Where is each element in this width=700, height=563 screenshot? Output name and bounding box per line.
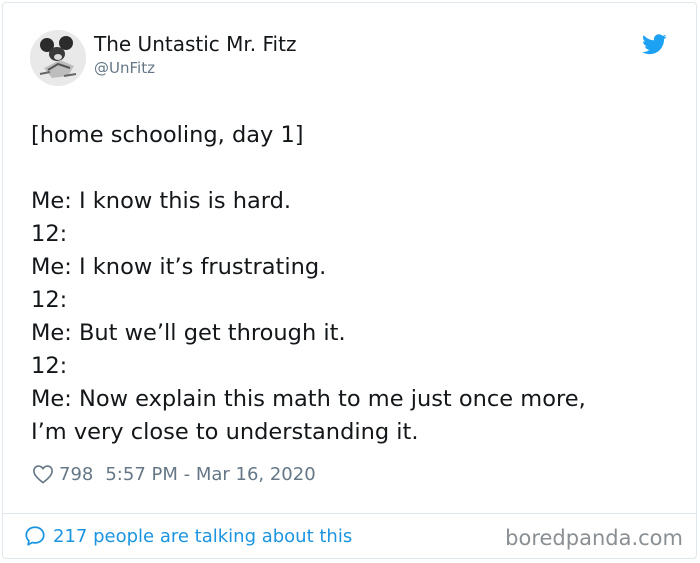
watermark: boredpanda.com (505, 526, 683, 550)
tweet-text: [home schooling, day 1] Me: I know this … (31, 119, 671, 449)
tweet-line: 12: (31, 287, 68, 313)
avatar[interactable] (30, 30, 86, 86)
tweet-line: Me: But we’ll get through it. (31, 320, 346, 346)
tweet-line (31, 152, 671, 185)
talking-label[interactable]: 217 people are talking about this (53, 526, 352, 547)
divider (2, 513, 697, 514)
tweet-line: 12: (31, 221, 68, 247)
tweet-timestamp[interactable]: 5:57 PM - Mar 16, 2020 (105, 464, 315, 485)
tweet-line: [home schooling, day 1] (31, 122, 304, 148)
tweet-line: Me: I know this is hard. (31, 188, 292, 214)
display-name[interactable]: The Untastic Mr. Fitz (94, 31, 296, 57)
heart-icon[interactable] (32, 464, 54, 484)
talking-link[interactable]: 217 people are talking about this (24, 525, 352, 547)
avatar-image (30, 30, 86, 86)
tweet-line: I’m very close to understanding it. (31, 419, 419, 445)
speech-bubble-icon (25, 526, 45, 546)
twitter-bird-icon[interactable] (642, 34, 667, 55)
tweet-line: 12: (31, 353, 68, 379)
like-count[interactable]: 798 (59, 464, 93, 485)
tweet-meta: 798 5:57 PM - Mar 16, 2020 (32, 461, 316, 487)
user-handle[interactable]: @UnFitz (94, 58, 155, 78)
tweet-line: Me: I know it’s frustrating. (31, 254, 327, 280)
tweet-line: Me: Now explain this math to me just onc… (31, 386, 586, 412)
